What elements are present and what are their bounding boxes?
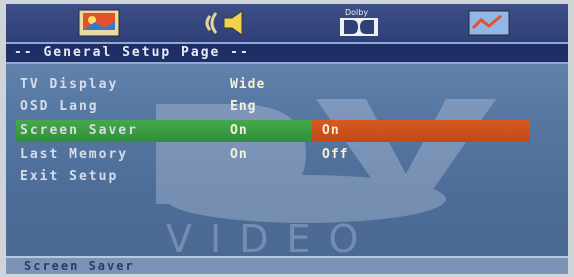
page-title-bar: -- General Setup Page -- [6, 42, 568, 64]
menu-item-value: On [230, 123, 248, 138]
menu-item-value: Wide [230, 77, 266, 92]
status-text: Screen Saver [24, 259, 135, 273]
dvd-setup-screen: VIDEO Dolby -- General Setup Page -- TV … [6, 4, 568, 274]
video-watermark: VIDEO [166, 217, 376, 261]
dolby-digital-icon[interactable]: Dolby [332, 8, 386, 38]
menu-item-osd-lang[interactable]: OSD Lang Eng [6, 96, 568, 118]
menu-item-value: Eng [230, 99, 257, 114]
setup-icon-bar: Dolby [6, 4, 568, 42]
general-setup-icon[interactable] [72, 8, 126, 38]
menu-item-last-memory[interactable]: Last Memory On Off [6, 144, 568, 166]
menu-item-label: TV Display [20, 77, 119, 92]
page-title: -- General Setup Page -- [14, 45, 250, 60]
menu-item-tv-display[interactable]: TV Display Wide [6, 74, 568, 96]
preferences-icon[interactable] [462, 8, 516, 38]
menu-item-label: Last Memory [20, 147, 129, 162]
dolby-label: Dolby [345, 8, 368, 17]
option-off[interactable]: Off [322, 146, 348, 164]
menu-item-screen-saver[interactable]: Screen Saver On On [6, 120, 568, 142]
selected-option-highlight [312, 120, 530, 142]
status-bar: Screen Saver [6, 256, 568, 274]
menu-item-label: OSD Lang [20, 99, 99, 114]
menu-item-value: On [230, 147, 248, 162]
speaker-setup-icon[interactable] [202, 8, 256, 38]
menu-item-exit-setup[interactable]: Exit Setup [6, 166, 568, 188]
menu-item-label: Screen Saver [20, 123, 138, 138]
menu-item-label: Exit Setup [20, 169, 119, 184]
option-on[interactable]: On [322, 122, 340, 140]
